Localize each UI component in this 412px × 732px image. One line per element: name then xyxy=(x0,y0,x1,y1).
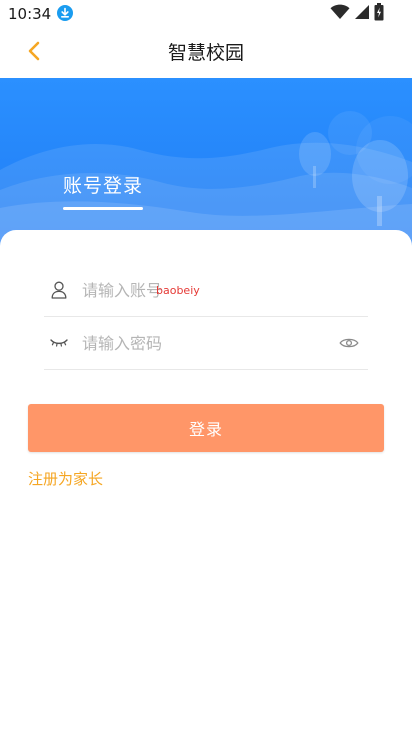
register-parent-link[interactable]: 注册为家长 xyxy=(28,469,103,489)
status-time: 10:34 xyxy=(8,5,52,23)
banner: 账号登录 xyxy=(0,78,412,250)
login-card: baobeiy 登录 注册为家长 xyxy=(0,230,412,732)
login-button[interactable]: 登录 xyxy=(28,404,384,452)
eye-icon xyxy=(339,334,359,353)
download-icon xyxy=(57,5,73,21)
signal-icon xyxy=(354,4,370,24)
show-password-toggle[interactable] xyxy=(338,333,360,353)
tab-active-indicator xyxy=(63,207,143,210)
password-input[interactable] xyxy=(82,329,322,357)
battery-icon xyxy=(374,3,384,25)
password-field xyxy=(44,317,368,370)
tab-account-login-label: 账号登录 xyxy=(63,175,144,197)
user-icon xyxy=(50,280,68,300)
app-bar: 智慧校园 xyxy=(0,28,412,78)
tab-account-login[interactable]: 账号登录 xyxy=(63,174,144,210)
login-screen: 10:34 智慧校园 账号登录 请输入账号 baobeiy 登录 注册为家长 xyxy=(0,0,412,732)
username-input[interactable] xyxy=(82,276,322,304)
status-bar: 10:34 xyxy=(0,0,412,28)
status-icons xyxy=(330,3,384,25)
closed-eye-icon xyxy=(50,333,68,353)
username-field: baobeiy xyxy=(44,264,368,317)
banner-illustration xyxy=(0,78,412,250)
page-title: 智慧校园 xyxy=(167,42,244,64)
wifi-icon xyxy=(330,4,350,24)
